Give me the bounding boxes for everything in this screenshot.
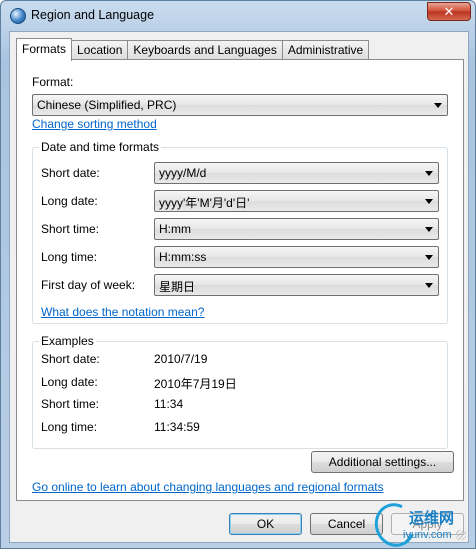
additional-settings-button[interactable]: Additional settings... — [311, 451, 454, 473]
example-short-date-label: Short date: — [41, 352, 100, 366]
change-sorting-method-link[interactable]: Change sorting method — [32, 117, 157, 131]
format-dropdown-value: Chinese (Simplified, PRC) — [37, 98, 177, 112]
long-date-dropdown[interactable]: yyyy'年'M'月'd'日' — [154, 190, 439, 212]
date-time-formats-title: Date and time formats — [39, 140, 162, 154]
tab-strip: Formats Location Keyboards and Languages… — [16, 38, 370, 61]
site-watermark-logo: 运维网 iyunv.com — [368, 497, 476, 549]
tab-keyboards-and-languages[interactable]: Keyboards and Languages — [127, 40, 283, 60]
watermark-text-line2: iyunv.com — [403, 529, 452, 541]
example-long-time-value: 11:34:59 — [154, 420, 200, 434]
tab-formats[interactable]: Formats — [16, 38, 73, 61]
short-date-dropdown[interactable]: yyyy/M/d — [154, 162, 439, 184]
window-title: Region and Language — [31, 8, 155, 22]
short-date-value: yyyy/M/d — [159, 166, 207, 180]
example-short-date-value: 2010/7/19 — [154, 352, 208, 366]
date-time-formats-group: Date and time formats Short date: yyyy/M… — [32, 140, 448, 324]
watermark-text-line1: 运维网 — [409, 510, 455, 527]
example-long-date-label: Long date: — [41, 375, 98, 389]
first-day-of-week-dropdown[interactable]: 星期日 — [154, 274, 439, 296]
first-day-of-week-label: First day of week: — [41, 278, 136, 292]
formats-tab-panel: Format: Chinese (Simplified, PRC) Change… — [16, 59, 464, 501]
example-long-time-label: Long time: — [41, 420, 98, 434]
notation-help-link[interactable]: What does the notation mean? — [41, 305, 204, 319]
examples-title: Examples — [39, 334, 96, 348]
example-short-time-label: Short time: — [41, 397, 100, 411]
long-time-value: H:mm:ss — [159, 250, 207, 264]
example-long-date-value: 2010年7月19日 — [154, 377, 237, 391]
short-time-label: Short time: — [41, 222, 100, 236]
short-time-value: H:mm — [159, 222, 191, 236]
short-date-label: Short date: — [41, 166, 100, 180]
chevron-down-icon — [425, 227, 433, 232]
tab-administrative[interactable]: Administrative — [281, 40, 370, 60]
tab-location[interactable]: Location — [71, 40, 129, 60]
close-button[interactable]: ✕ — [427, 2, 471, 21]
long-date-label: Long date: — [41, 194, 98, 208]
globe-icon — [10, 8, 26, 24]
chevron-down-icon — [425, 199, 433, 204]
dialog-body: Formats Location Keyboards and Languages… — [9, 31, 469, 543]
first-day-of-week-value: 星期日 — [159, 280, 196, 294]
go-online-link[interactable]: Go online to learn about changing langua… — [32, 480, 384, 494]
region-language-window: Region and Language ✕ Formats Location K… — [0, 0, 476, 549]
example-short-time-value: 11:34 — [154, 397, 184, 411]
chevron-down-icon — [425, 283, 433, 288]
ok-button[interactable]: OK — [229, 513, 302, 535]
format-dropdown[interactable]: Chinese (Simplified, PRC) — [32, 94, 448, 116]
chevron-down-icon — [425, 255, 433, 260]
title-bar[interactable]: Region and Language ✕ — [1, 1, 475, 31]
long-time-dropdown[interactable]: H:mm:ss — [154, 246, 439, 268]
long-date-value: yyyy'年'M'月'd'日' — [159, 196, 250, 210]
format-label: Format: — [32, 75, 74, 89]
chevron-down-icon — [425, 171, 433, 176]
chevron-down-icon — [434, 103, 442, 108]
examples-group: Examples Short date: 2010/7/19 Long date… — [32, 334, 448, 449]
short-time-dropdown[interactable]: H:mm — [154, 218, 439, 240]
long-time-label: Long time: — [41, 250, 98, 264]
